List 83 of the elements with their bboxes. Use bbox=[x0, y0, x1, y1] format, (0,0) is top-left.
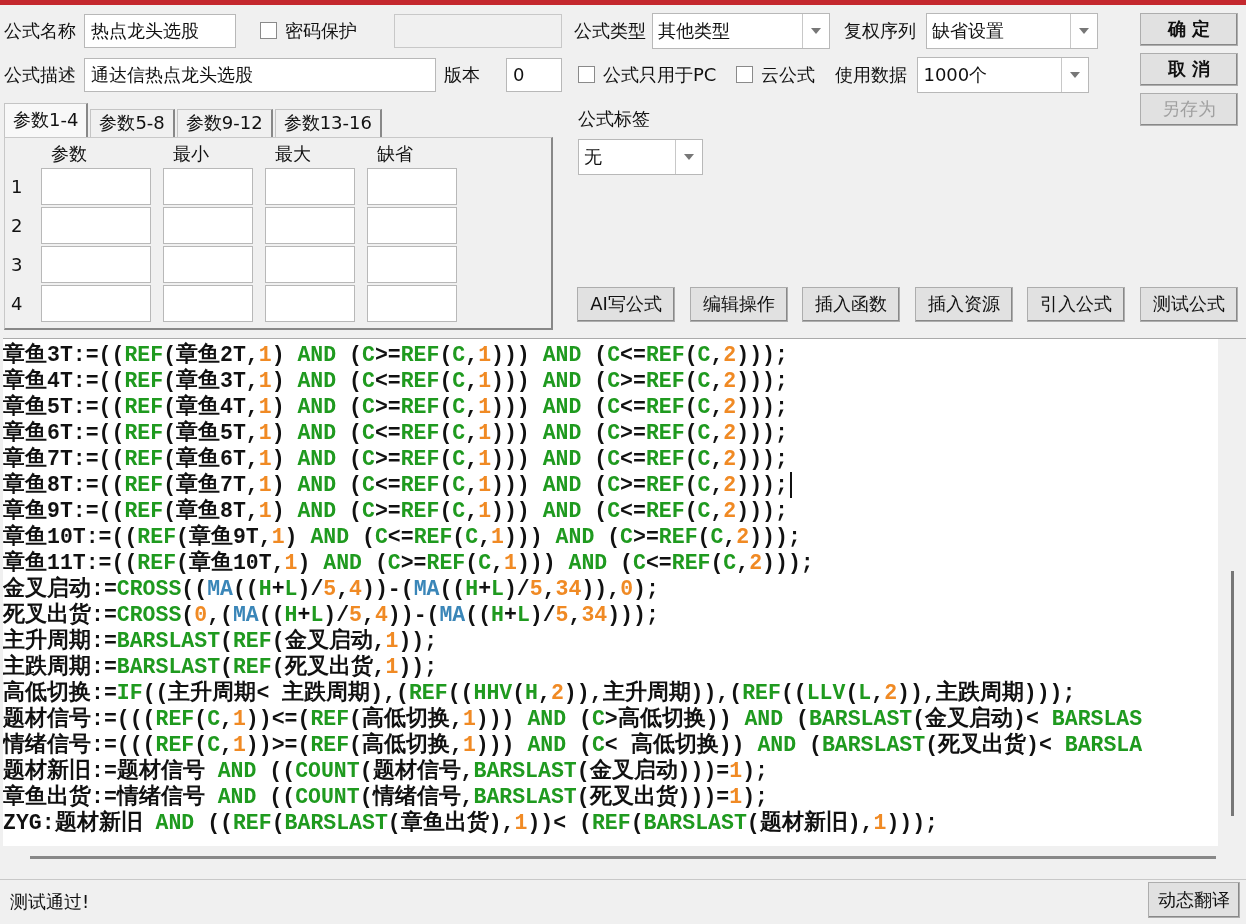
param-field[interactable] bbox=[163, 206, 253, 244]
dialog-button[interactable]: 确 定 bbox=[1140, 12, 1238, 46]
code-line: 章鱼5T:=((REF(章鱼4T,1) AND (C>=REF(C,1))) AND (C<=REF(C,2))); bbox=[3, 393, 788, 420]
checkbox-label: 云公式 bbox=[761, 62, 816, 87]
param-tab[interactable]: 参数13-16 bbox=[274, 108, 382, 137]
param-field[interactable] bbox=[265, 284, 355, 322]
code-line: ZYG:题材新旧 AND ((REF(BARSLAST(章鱼出货),1))< (REF(BARSLAST(题材新旧),1))); bbox=[3, 809, 938, 836]
param-field[interactable] bbox=[367, 284, 457, 322]
toolbar-button[interactable]: 插入函数 bbox=[802, 286, 901, 322]
scrollbar-thumb[interactable] bbox=[30, 856, 1216, 859]
code-line: 章鱼9T:=((REF(章鱼8T,1) AND (C>=REF(C,1))) AND (C<=REF(C,2))); bbox=[3, 497, 788, 524]
field-label: 公式类型 bbox=[574, 18, 646, 43]
code-line: 主升周期:=BARSLAST(REF(金叉启动,1)); bbox=[3, 627, 438, 654]
param-field[interactable] bbox=[41, 284, 151, 322]
code-editor[interactable] bbox=[3, 338, 1218, 846]
code-line: 题材信号:=(((REF(C,1))<=(REF(高低切换,1))) AND (C>高低切换)) AND (BARSLAST(金叉启动)< BARSLAS bbox=[3, 705, 1143, 732]
field-label: 使用数据 bbox=[835, 62, 908, 87]
caret-icon bbox=[1079, 27, 1089, 34]
adjust-dropdown[interactable]: 缺省设置 bbox=[926, 12, 1098, 49]
field-label: 版本 bbox=[444, 62, 480, 87]
code-line: 死叉出货:=CROSS(0,(MA((H+L)/5,4))-(MA((H+L)/5,34))); bbox=[3, 601, 659, 628]
code-line: 章鱼3T:=((REF(章鱼2T,1) AND (C>=REF(C,1))) AND (C<=REF(C,2))); bbox=[3, 341, 788, 368]
name-field[interactable]: 热点龙头选股 bbox=[84, 13, 236, 48]
code-line: 章鱼出货:=情绪信号 AND ((COUNT(情绪信号,BARSLAST(死叉出货)))=1); bbox=[3, 783, 768, 810]
status-message: 测试通过! bbox=[9, 890, 91, 914]
param-tab[interactable]: 参数9-12 bbox=[176, 108, 273, 137]
caret-icon bbox=[1070, 71, 1081, 78]
toolbar-button[interactable]: AI写公式 bbox=[577, 286, 675, 322]
param-field[interactable] bbox=[163, 245, 253, 283]
field-label: 公式标签 bbox=[578, 106, 651, 131]
param-field[interactable] bbox=[41, 245, 151, 283]
param-tab[interactable]: 参数5-8 bbox=[90, 108, 175, 137]
row-number: 2 bbox=[11, 214, 24, 236]
caret-icon bbox=[811, 27, 821, 34]
param-field[interactable] bbox=[41, 206, 151, 244]
code-line: 金叉启动:=CROSS((MA((H+L)/5,4))-(MA((H+L)/5,34)),0); bbox=[3, 575, 659, 602]
field-label: 公式描述 bbox=[4, 62, 76, 87]
version-field[interactable]: 0 bbox=[506, 57, 562, 92]
param-field[interactable] bbox=[367, 245, 457, 283]
code-line: 章鱼7T:=((REF(章鱼6T,1) AND (C>=REF(C,1))) AND (C<=REF(C,2))); bbox=[3, 445, 788, 472]
column-header: 参数 bbox=[50, 141, 88, 166]
column-header: 缺省 bbox=[376, 141, 414, 166]
dialog-button[interactable]: 取 消 bbox=[1140, 52, 1238, 86]
field-label: 复权序列 bbox=[844, 18, 916, 43]
param-field[interactable] bbox=[163, 284, 253, 322]
row-number: 4 bbox=[11, 292, 24, 314]
checkbox[interactable] bbox=[260, 22, 277, 40]
param-tab[interactable]: 参数1-4 bbox=[4, 102, 89, 137]
code-line: 章鱼6T:=((REF(章鱼5T,1) AND (C<=REF(C,1))) AND (C>=REF(C,2))); bbox=[3, 419, 788, 446]
column-header: 最小 bbox=[172, 141, 210, 166]
code-line: 章鱼11T:=((REF(章鱼10T,1) AND (C>=REF(C,1))) AND (C<=REF(C,2))); bbox=[3, 549, 814, 576]
toolbar-button[interactable]: 编辑操作 bbox=[689, 286, 788, 322]
param-field[interactable] bbox=[265, 167, 355, 205]
param-field[interactable] bbox=[265, 245, 355, 283]
checkbox[interactable] bbox=[736, 66, 754, 84]
param-field[interactable] bbox=[367, 206, 457, 244]
row-number: 1 bbox=[11, 175, 24, 197]
toolbar-button[interactable]: 引入公式 bbox=[1027, 286, 1126, 322]
column-header: 最大 bbox=[274, 141, 312, 166]
toolbar-button[interactable]: 测试公式 bbox=[1139, 286, 1238, 322]
scrollbar-thumb[interactable] bbox=[1231, 570, 1234, 816]
translate-button[interactable]: 动态翻译 bbox=[1148, 882, 1240, 918]
data-dropdown[interactable]: 1000个 bbox=[917, 56, 1090, 93]
param-field[interactable] bbox=[367, 167, 457, 205]
caret-icon bbox=[684, 153, 694, 160]
tag-dropdown[interactable]: 无 bbox=[578, 138, 703, 175]
param-field[interactable] bbox=[265, 206, 355, 244]
type-dropdown[interactable]: 其他类型 bbox=[652, 12, 830, 49]
param-field[interactable] bbox=[163, 167, 253, 205]
code-line: 主跌周期:=BARSLAST(REF(死叉出货,1)); bbox=[3, 653, 438, 680]
checkbox-label: 密码保护 bbox=[285, 18, 357, 43]
code-line: 题材新旧:=题材信号 AND ((COUNT(题材信号,BARSLAST(金叉启动)))=1); bbox=[3, 757, 768, 784]
param-field[interactable] bbox=[41, 167, 151, 205]
checkbox-label: 公式只用于PC bbox=[603, 62, 717, 87]
row-number: 3 bbox=[11, 253, 24, 275]
field-label: 公式名称 bbox=[4, 18, 76, 43]
description-field[interactable]: 通达信热点龙头选股 bbox=[84, 57, 436, 92]
code-line: 高低切换:=IF((主升周期< 主跌周期),(REF((HHV(H,2)),主升周期)),(REF((LLV(L,2)),主跌周期))); bbox=[3, 679, 1076, 706]
code-line: 章鱼10T:=((REF(章鱼9T,1) AND (C<=REF(C,1))) AND (C>=REF(C,2))); bbox=[3, 523, 801, 550]
checkbox[interactable] bbox=[578, 66, 595, 84]
toolbar-button[interactable]: 插入资源 bbox=[914, 286, 1013, 322]
code-line: 章鱼8T:=((REF(章鱼7T,1) AND (C<=REF(C,1))) AND (C>=REF(C,2))); bbox=[3, 471, 792, 498]
code-line: 章鱼4T:=((REF(章鱼3T,1) AND (C<=REF(C,1))) AND (C>=REF(C,2))); bbox=[3, 367, 788, 394]
